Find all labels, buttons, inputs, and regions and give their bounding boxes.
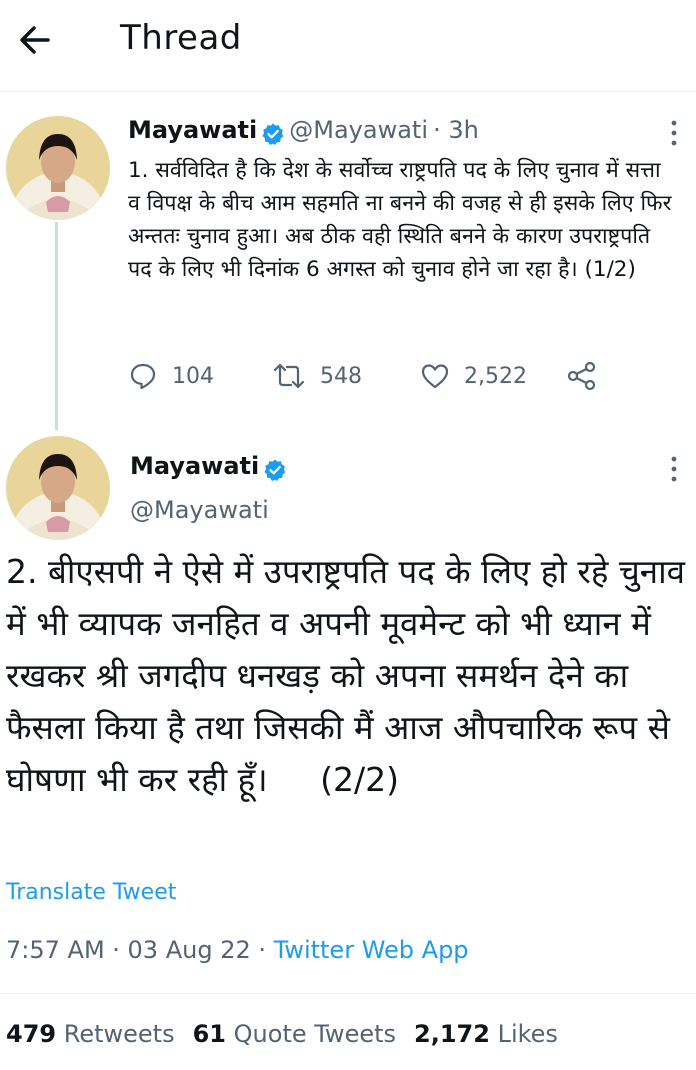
reply-button[interactable]: 104	[128, 358, 214, 394]
quote-tweets-stat[interactable]: 61 Quote Tweets	[193, 1020, 396, 1048]
author-name[interactable]: Mayawati	[128, 116, 257, 144]
avatar[interactable]	[6, 116, 110, 220]
tweet-source-link[interactable]: Twitter Web App	[274, 936, 469, 964]
retweets-stat[interactable]: 479 Retweets	[6, 1020, 175, 1048]
page-title: Thread	[120, 18, 242, 58]
avatar[interactable]	[6, 436, 110, 540]
tweet-timestamp[interactable]: 7:57 AM · 03 Aug 22 ·	[6, 936, 274, 964]
author-handle[interactable]: @Mayawati	[289, 116, 428, 144]
tweet-meta: 7:57 AM · 03 Aug 22 · Twitter Web App	[6, 936, 469, 964]
tweet1-header: Mayawati @Mayawati · 3h	[128, 116, 479, 146]
back-arrow-icon	[20, 26, 50, 54]
more-icon[interactable]	[664, 454, 684, 484]
back-button[interactable]	[14, 20, 58, 60]
retweets-count: 479	[6, 1020, 57, 1048]
more-icon[interactable]	[664, 118, 684, 148]
like-icon	[421, 364, 449, 389]
retweets-label: Retweets	[63, 1020, 175, 1048]
verified-badge-icon	[262, 123, 284, 145]
tweet-stats: 479 Retweets 61 Quote Tweets 2,172 Likes	[6, 1020, 576, 1048]
tweet-time[interactable]: · 3h	[433, 116, 479, 144]
tweet2-text: 2. बीएसपी ने ऐसे में उपराष्ट्रपति पद के …	[6, 552, 696, 799]
like-count: 2,522	[464, 363, 527, 389]
verified-badge-icon	[264, 459, 286, 481]
reply-count: 104	[172, 363, 214, 389]
likes-stat[interactable]: 2,172 Likes	[414, 1020, 558, 1048]
thread-header: Thread	[0, 0, 696, 92]
tweet2-author: Mayawati	[130, 452, 291, 482]
tweet1-actions: 104 548 2,522	[128, 358, 608, 394]
share-button[interactable]	[566, 358, 612, 394]
quote-tweets-label: Quote Tweets	[233, 1020, 397, 1048]
share-icon	[567, 361, 596, 391]
likes-label: Likes	[497, 1020, 558, 1048]
retweet-button[interactable]: 548	[272, 358, 362, 394]
quote-tweets-count: 61	[192, 1020, 227, 1048]
author-handle[interactable]: @Mayawati	[130, 496, 269, 524]
likes-count: 2,172	[414, 1020, 490, 1048]
thread-connector-line	[55, 222, 58, 430]
retweet-icon	[273, 363, 305, 389]
retweet-count: 548	[320, 363, 362, 389]
divider	[0, 993, 696, 994]
translate-tweet-link[interactable]: Translate Tweet	[6, 880, 176, 905]
author-name[interactable]: Mayawati	[130, 452, 259, 480]
tweet1-text: 1. सर्वविदित है कि देश के सर्वोच्च राष्ट…	[128, 158, 672, 282]
like-button[interactable]: 2,522	[420, 358, 527, 394]
reply-icon	[130, 363, 156, 390]
